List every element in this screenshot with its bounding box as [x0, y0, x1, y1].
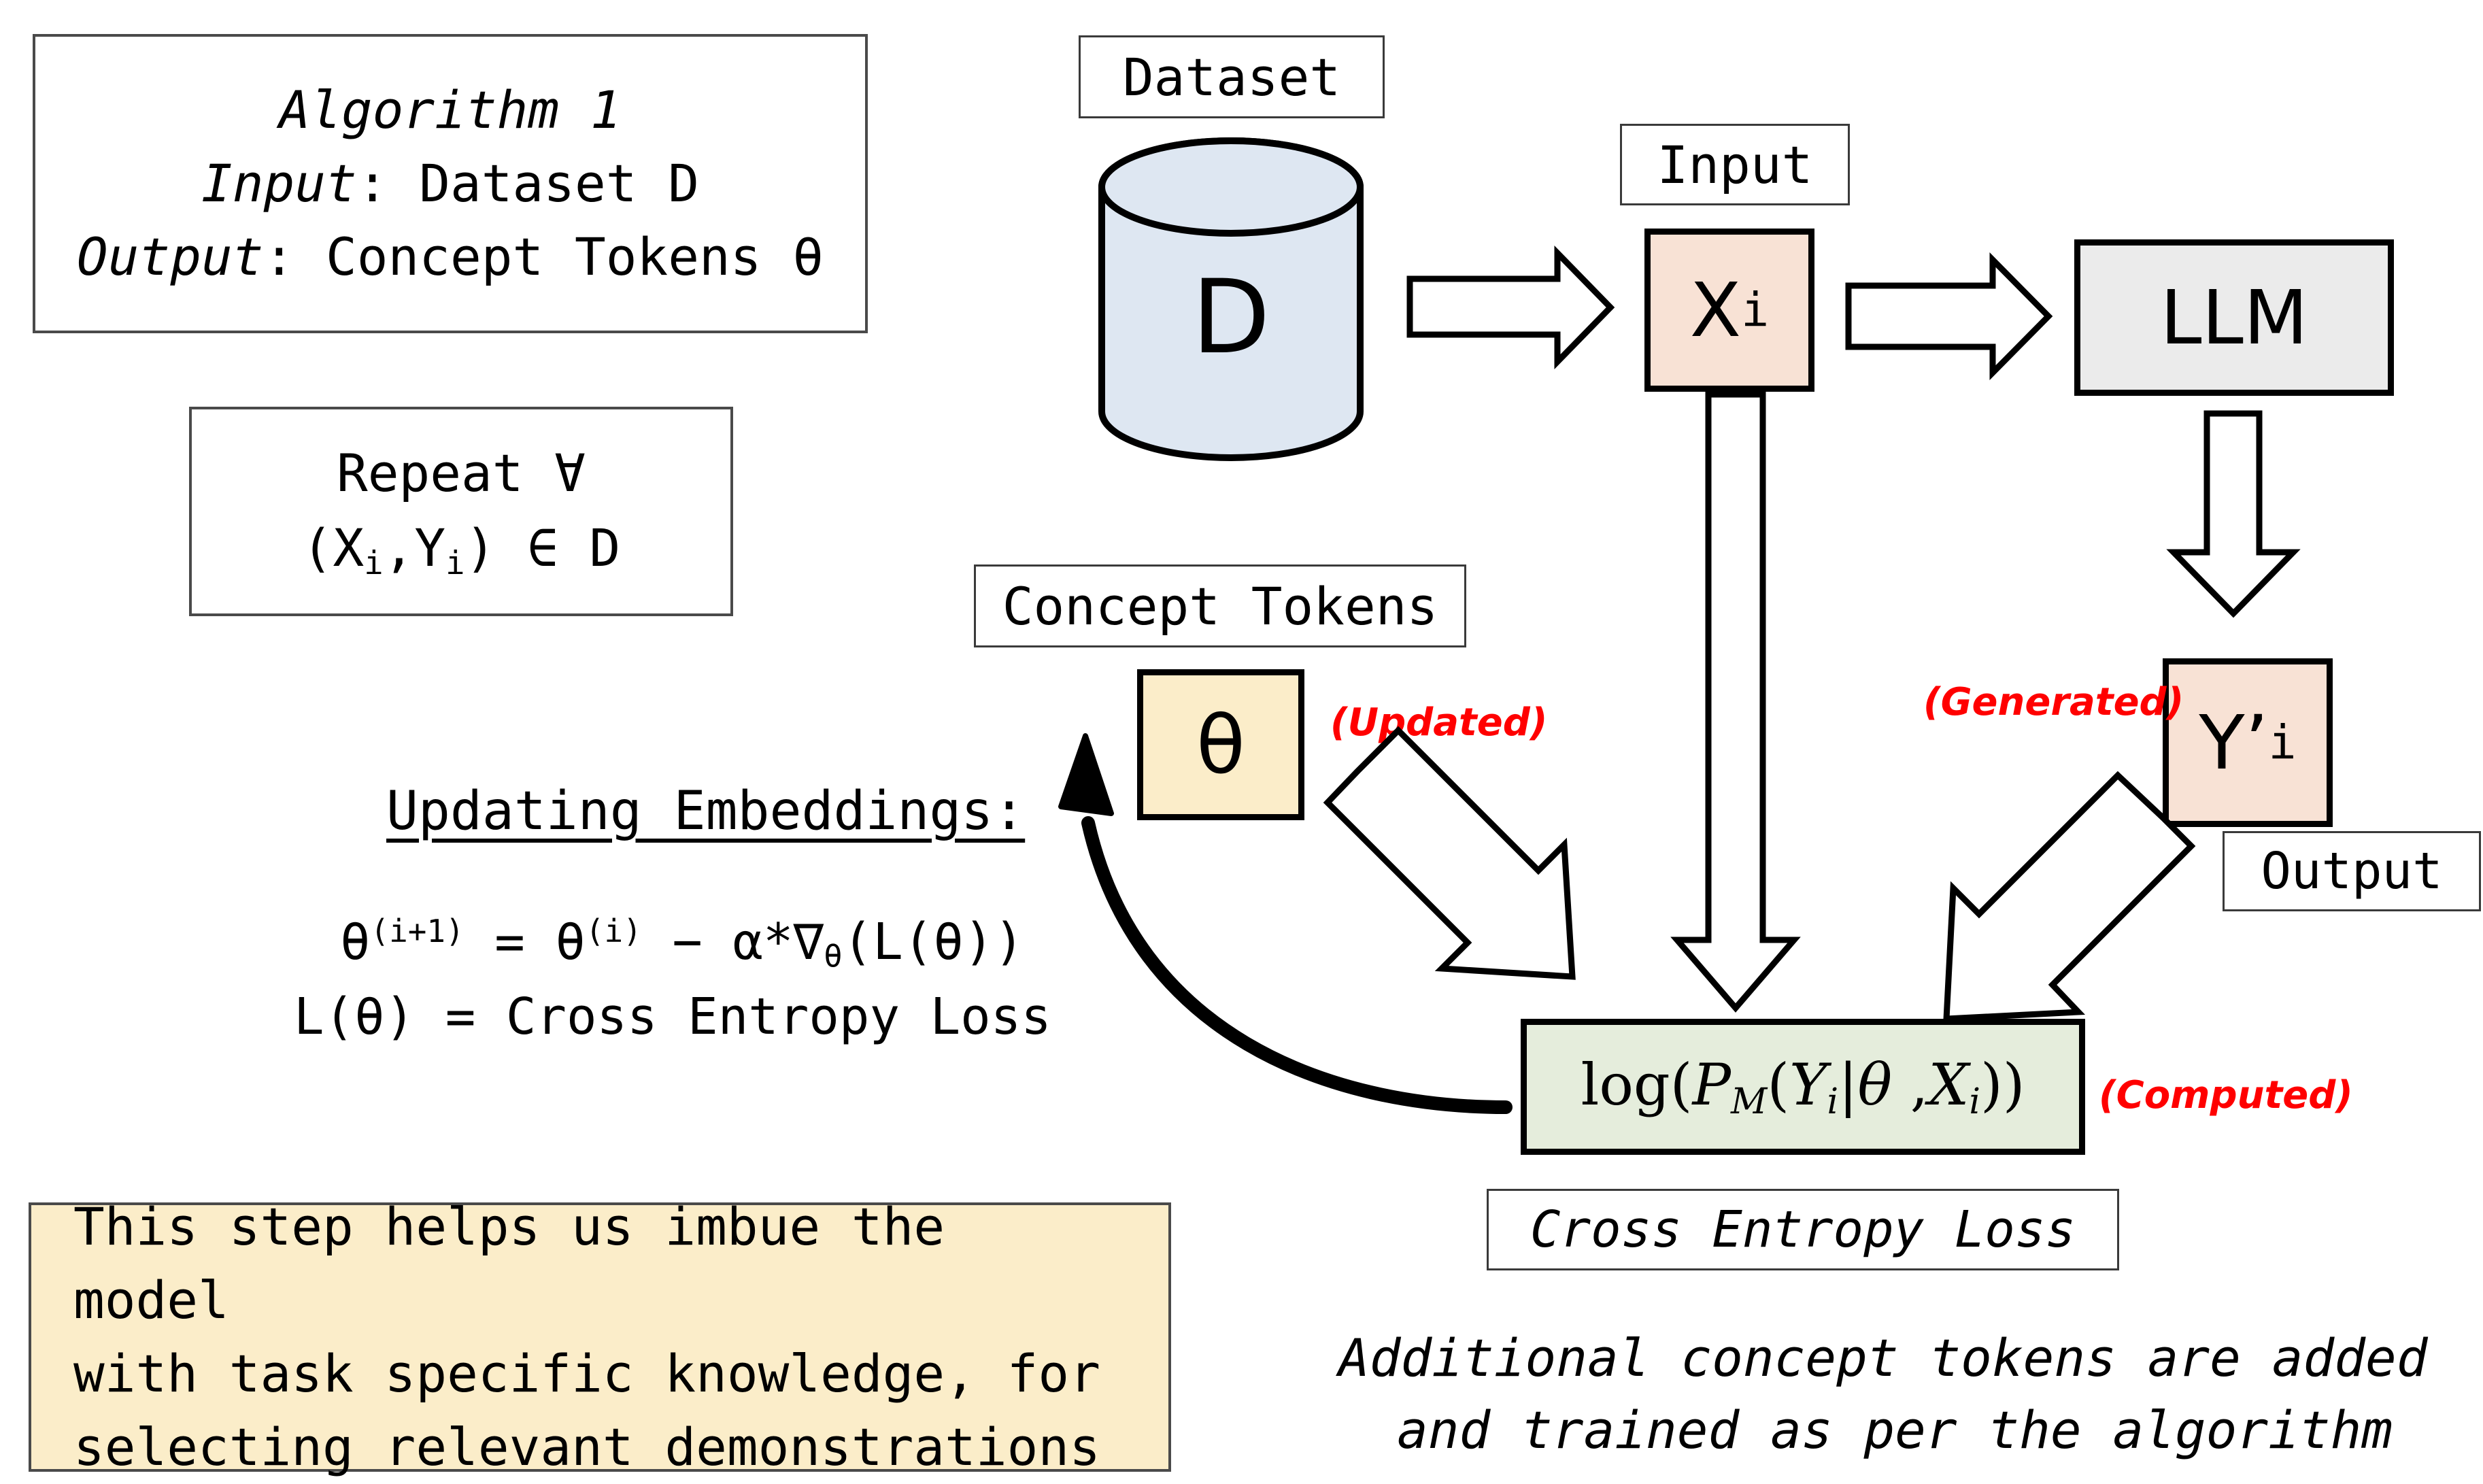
curved-feedback-arrow-icon-loss-to-theta	[1081, 816, 1513, 1114]
loss-close-paren: ))	[1980, 1051, 2025, 1118]
input-label-box: Input	[1620, 124, 1850, 205]
repeat-panel: Repeat ∀ (Xi,Yi) ∈ D	[189, 407, 733, 616]
theta-node: θ	[1137, 669, 1304, 820]
algorithm-title: Algorithm 1	[279, 80, 622, 141]
update-equation-1: θ(i+1) = θ(i) − α*∇θ(L(θ))	[340, 913, 1024, 975]
loss-given-bar: |	[1838, 1051, 1858, 1118]
y-symbol: Y’	[2199, 699, 2269, 786]
update-equation-2: L(θ) = Cross Entropy Loss	[294, 988, 1051, 1046]
dataset-label-box: Dataset	[1079, 35, 1385, 118]
x-symbol: X	[1689, 267, 1742, 354]
repeat-line-1: Repeat ∀	[336, 442, 586, 503]
caption-line-1: Additional concept tokens are added	[1338, 1328, 2428, 1388]
dataset-label: Dataset	[1122, 46, 1341, 107]
concept-tokens-label-box: Concept Tokens	[974, 564, 1466, 647]
loss-node: log(PM(Yi|θ ,Xi))	[1521, 1019, 2085, 1155]
concept-tokens-label: Concept Tokens	[1002, 575, 1438, 637]
algorithm-output-line: Output: Concept Tokens θ	[77, 220, 824, 294]
block-arrow-right-icon-dataset-to-input	[1406, 245, 1615, 370]
output-label: Output	[2261, 842, 2443, 900]
algorithm-output-keyword: Output	[76, 226, 264, 287]
eq1-exp-next: (i+1)	[370, 913, 464, 949]
note-box: This step helps us imbue the model with …	[29, 1196, 1171, 1477]
algorithm-input-value: : Dataset D	[356, 153, 700, 214]
curved-feedback-arrowhead-icon	[1058, 733, 1114, 816]
output-label-box: Output	[2223, 831, 2481, 911]
repeat-y-sub: i	[445, 544, 465, 582]
x-subscript: i	[1741, 283, 1770, 337]
updated-tag: (Updated)	[1330, 701, 1548, 745]
llm-label: LLM	[2160, 274, 2308, 361]
loss-open-paren: (	[1767, 1051, 1790, 1118]
llm-node: LLM	[2074, 239, 2394, 396]
loss-X: X	[1928, 1051, 1970, 1118]
eq1-grad-sub: θ	[824, 937, 843, 975]
note-line-1: This step helps us imbue the model	[73, 1196, 945, 1331]
loss-M: M	[1730, 1081, 1768, 1122]
output-token-node: Y’ i	[2163, 658, 2333, 827]
cross-entropy-label: Cross Entropy Loss	[1530, 1200, 2076, 1259]
repeat-y: ,Y	[383, 518, 446, 579]
loss-theta: θ	[1857, 1051, 1893, 1118]
note-line-3: selecting relevant demonstrations	[73, 1416, 1100, 1477]
algorithm-panel: Algorithm 1 Input: Dataset D Output: Con…	[33, 34, 868, 333]
repeat-set-membership: ) ∈ D	[464, 518, 621, 579]
loss-expression: log(PM(Yi|θ ,Xi))	[1581, 1051, 2025, 1122]
generated-tag: (Generated)	[1923, 680, 2184, 724]
eq1-theta: θ	[340, 913, 371, 972]
eq1-exp-cur: (i)	[585, 913, 642, 949]
block-arrow-right-icon-input-to-llm	[1845, 252, 2053, 380]
loss-comma: ,	[1892, 1051, 1929, 1118]
loss-Y: Y	[1789, 1051, 1827, 1118]
loss-log: log(	[1581, 1051, 1693, 1118]
caption-line-2: and trained as per the algorithm	[1397, 1400, 2393, 1460]
cross-entropy-label-box: Cross Entropy Loss	[1487, 1189, 2119, 1270]
computed-tag: (Computed)	[2099, 1073, 2353, 1117]
repeat-x: (X	[301, 518, 365, 579]
repeat-x-sub: i	[364, 544, 384, 582]
repeat-line-2: (Xi,Yi) ∈ D	[302, 511, 621, 587]
eq1-grad: − α*∇	[641, 913, 824, 972]
eq1-theta-prev: = θ	[464, 913, 586, 972]
loss-P: P	[1692, 1051, 1731, 1118]
y-subscript: i	[2268, 715, 2297, 770]
note-line-2: with task specific knowledge, for	[73, 1343, 1100, 1404]
diagram-canvas: Algorithm 1 Input: Dataset D Output: Con…	[0, 0, 2483, 1482]
loss-Y-sub: i	[1827, 1081, 1839, 1122]
eq1-loss: (L(θ))	[842, 913, 1024, 972]
input-token-node: Xi	[1644, 229, 1814, 392]
block-arrow-diagonal-down-left-icon-output-to-loss	[1943, 771, 2196, 1022]
algorithm-input-line: Input: Dataset D	[201, 147, 699, 220]
theta-symbol: θ	[1196, 698, 1246, 792]
dataset-letter: D	[1192, 258, 1270, 377]
block-arrow-diagonal-down-right-icon-theta-to-loss	[1323, 726, 1576, 980]
updating-embeddings-heading: Updating Embeddings:	[386, 781, 1026, 842]
loss-X-sub: i	[1969, 1081, 1980, 1122]
algorithm-input-keyword: Input	[201, 153, 357, 214]
input-label: Input	[1657, 134, 1813, 195]
algorithm-output-value: : Concept Tokens θ	[263, 226, 824, 287]
block-arrow-down-icon-llm-to-output	[2166, 410, 2301, 618]
block-arrow-down-icon-input-to-loss	[1670, 391, 1801, 1013]
